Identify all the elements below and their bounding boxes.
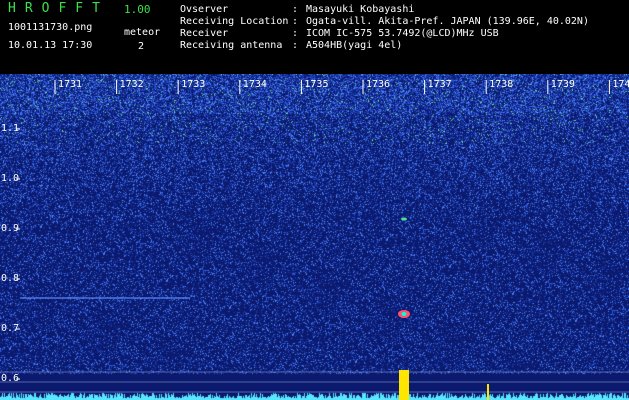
report-header: HROFFT 1.00 1001131730.png 10.01.13 17:3…	[0, 0, 629, 74]
location-key: Receiving Location	[180, 16, 289, 27]
time-tick-label: 1734	[242, 79, 267, 90]
file-name: 1001131730.png	[8, 22, 93, 33]
location-colon: :	[292, 16, 299, 27]
freq-tick-label: 1.0	[1, 173, 20, 184]
observer-colon: :	[292, 4, 299, 15]
baseline-activity	[0, 380, 629, 400]
time-tick-label: 1740	[612, 79, 629, 90]
time-tick-label: 1735	[304, 79, 329, 90]
freq-tick-label: 0.8	[1, 273, 20, 284]
location-value: Ogata-vill. Akita-Pref. JAPAN (139.96E, …	[306, 16, 589, 27]
receiver-value: ICOM IC-575 53.7492(@LCD)MHz USB	[306, 28, 499, 39]
spectrogram-noise	[0, 74, 629, 400]
freq-tick-label: 0.7	[1, 323, 20, 334]
spectrogram	[0, 74, 629, 400]
freq-tick-label: 0.6	[1, 373, 20, 384]
antenna-key: Receiving antenna	[180, 40, 283, 51]
time-tick-label: 1733	[181, 79, 206, 90]
antenna-colon: :	[292, 40, 299, 51]
meteor-label: meteor	[124, 27, 161, 38]
meteor-echo-2	[401, 217, 407, 221]
receiver-colon: :	[292, 28, 299, 39]
app-version: 1.00	[124, 3, 151, 16]
app-name: HROFFT	[8, 1, 109, 16]
meteor-echo-1-core	[401, 312, 407, 316]
time-tick-label: 1738	[489, 79, 514, 90]
spectrogram-canvas	[0, 74, 629, 400]
freq-tick-label: 0.9	[1, 223, 20, 234]
timestamp: 10.01.13 17:30	[8, 40, 93, 51]
signal-peak-small	[487, 384, 489, 400]
meteor-count: 2	[138, 41, 145, 52]
time-tick-label: 1731	[58, 79, 83, 90]
time-tick-label: 1732	[119, 79, 144, 90]
observer-value: Masayuki Kobayashi	[306, 4, 415, 15]
time-tick-label: 1737	[427, 79, 452, 90]
signal-peak	[399, 370, 409, 400]
observer-key: Ovserver	[180, 4, 229, 15]
time-tick-label: 1736	[366, 79, 391, 90]
time-tick-label: 1739	[550, 79, 575, 90]
receiver-key: Receiver	[180, 28, 229, 39]
freq-tick-label: 1.1	[1, 123, 20, 134]
antenna-value: A504HB(yagi 4el)	[306, 40, 403, 51]
